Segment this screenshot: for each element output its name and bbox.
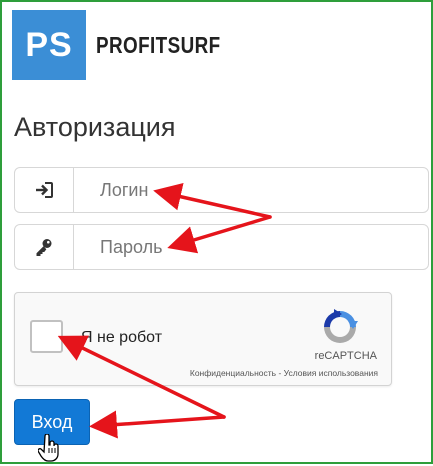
site-logo[interactable]: PS PROFITSURF [12,10,248,80]
recaptcha-checkbox[interactable] [30,320,63,353]
login-input[interactable] [74,168,428,212]
page-frame: PS PROFITSURF Авторизация Я не робот [0,0,433,464]
recaptcha-brand: reCAPTCHA [314,350,377,362]
password-field-group [14,224,429,270]
recaptcha-label: Я не робот [81,329,163,346]
hand-pointer-icon [38,434,59,462]
recaptcha-widget: Я не робот reCAPTCHA Конфиденциальность … [14,292,392,386]
key-icon [15,225,74,269]
recaptcha-logo-icon [324,309,358,343]
logo-text: PROFITSURF [96,31,221,58]
recaptcha-links[interactable]: Конфиденциальность - Условия использован… [190,368,378,378]
login-field-group [14,167,429,213]
logo-mark: PS [12,10,86,80]
sign-in-icon [15,168,74,212]
password-input[interactable] [74,225,428,269]
page-title: Авторизация [14,112,176,142]
